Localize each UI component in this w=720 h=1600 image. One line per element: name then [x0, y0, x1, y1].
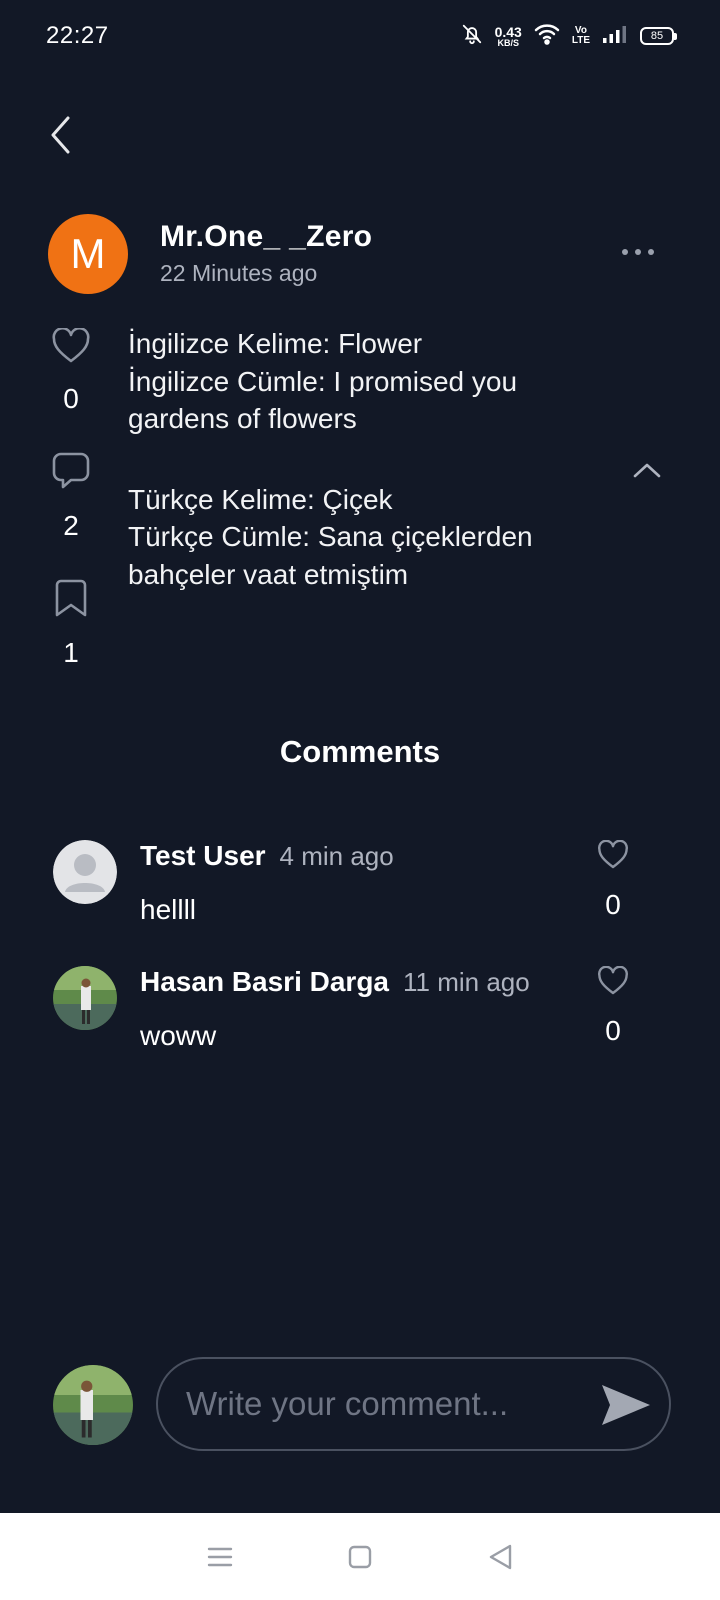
chevron-up-icon: [633, 463, 661, 478]
send-button[interactable]: [598, 1381, 654, 1429]
back-button[interactable]: [40, 110, 80, 160]
my-avatar: [53, 1365, 133, 1445]
save-action: 1: [46, 578, 96, 669]
send-icon: [602, 1385, 650, 1425]
post-line: İngilizce Kelime: Flower: [128, 328, 423, 359]
chevron-left-icon: [51, 116, 70, 154]
photo-avatar[interactable]: [53, 966, 117, 1030]
comment-time: 4 min ago: [279, 841, 394, 871]
more-horizontal-icon: [622, 249, 654, 255]
comment-item: Test User 4 min ago hellll 0: [53, 839, 653, 930]
comment-icon[interactable]: [51, 451, 91, 496]
comment-action: 2: [46, 451, 96, 542]
comment-header: Hasan Basri Darga 11 min ago: [140, 966, 530, 998]
more-options-button[interactable]: [618, 240, 658, 264]
back-nav-button[interactable]: [480, 1537, 520, 1577]
comment-header: Test User 4 min ago: [140, 840, 394, 872]
post-line: Türkçe Kelime: Çiçek: [128, 483, 393, 515]
menu-icon: [207, 1547, 233, 1566]
post-line: bahçeler vaat etmiştim: [128, 558, 409, 590]
comment-text: woww: [140, 1020, 217, 1051]
heart-icon[interactable]: [51, 326, 91, 369]
wifi-icon: [534, 23, 560, 50]
volte-indicator: Vo LTE: [572, 26, 590, 46]
like-count: 0: [63, 383, 79, 414]
post-actions: 0 2 1: [46, 326, 96, 669]
status-bar: 22:27 0.43 KB/S Vo LTE 85: [0, 0, 720, 72]
signal-icon: [602, 24, 628, 49]
comment-like: 0: [593, 965, 633, 1047]
status-time: 22:27: [46, 22, 109, 49]
author-avatar[interactable]: M: [48, 214, 128, 294]
square-icon: [348, 1545, 372, 1568]
like-action: 0: [46, 326, 96, 415]
comments-title: Comments: [279, 734, 441, 769]
bell-off-icon: [461, 23, 483, 50]
post-line: gardens of flowers: [128, 403, 357, 434]
save-count: 1: [63, 637, 79, 668]
comment-box: [156, 1357, 671, 1451]
heart-icon[interactable]: [597, 965, 629, 1001]
comment-input-bar: [0, 1355, 720, 1455]
battery-icon: 85: [640, 27, 677, 45]
speed-value: 0.43: [494, 23, 522, 40]
volte-bottom: LTE: [571, 35, 590, 46]
post-time: 22 Minutes ago: [160, 260, 318, 286]
comment-like-count: 0: [605, 1015, 621, 1046]
post-header: M Mr.One_ _Zero 22 Minutes ago: [48, 214, 668, 294]
triangle-back-icon: [489, 1544, 512, 1569]
comment-user[interactable]: Test User: [140, 840, 266, 871]
comment-user[interactable]: Hasan Basri Darga: [140, 966, 389, 997]
comment-text: hellll: [140, 894, 197, 925]
post-paragraph-english: İngilizce Kelime: Flower İngilizce Cümle…: [128, 325, 608, 438]
bookmark-icon[interactable]: [53, 578, 89, 623]
status-icons: 0.43 KB/S Vo LTE 85: [461, 23, 677, 50]
comment-like-count: 0: [605, 889, 621, 920]
speed-unit: KB/S: [497, 37, 519, 48]
post-body: İngilizce Kelime: Flower İngilizce Cümle…: [128, 325, 608, 593]
comment-item: Hasan Basri Darga 11 min ago woww 0: [53, 965, 653, 1056]
post-line: Türkçe Cümle: Sana çiçeklerden: [128, 521, 533, 552]
post-paragraph-turkish: Türkçe Kelime: Çiçek Türkçe Cümle: Sana …: [128, 481, 608, 594]
author-name[interactable]: Mr.One_ _Zero: [160, 220, 372, 254]
menu-button[interactable]: [200, 1537, 240, 1577]
comment-count: 2: [63, 510, 79, 541]
comment-time: 11 min ago: [403, 967, 530, 997]
network-speed: 0.43 KB/S: [495, 25, 522, 48]
default-avatar[interactable]: [53, 840, 117, 904]
post-line: İngilizce Cümle: I promised you: [128, 365, 518, 397]
system-nav-bar: [0, 1513, 720, 1600]
comment-like: 0: [593, 839, 633, 921]
collapse-button[interactable]: [625, 455, 669, 485]
comment-input[interactable]: [186, 1379, 566, 1429]
home-button[interactable]: [340, 1537, 380, 1577]
heart-icon[interactable]: [597, 839, 629, 875]
